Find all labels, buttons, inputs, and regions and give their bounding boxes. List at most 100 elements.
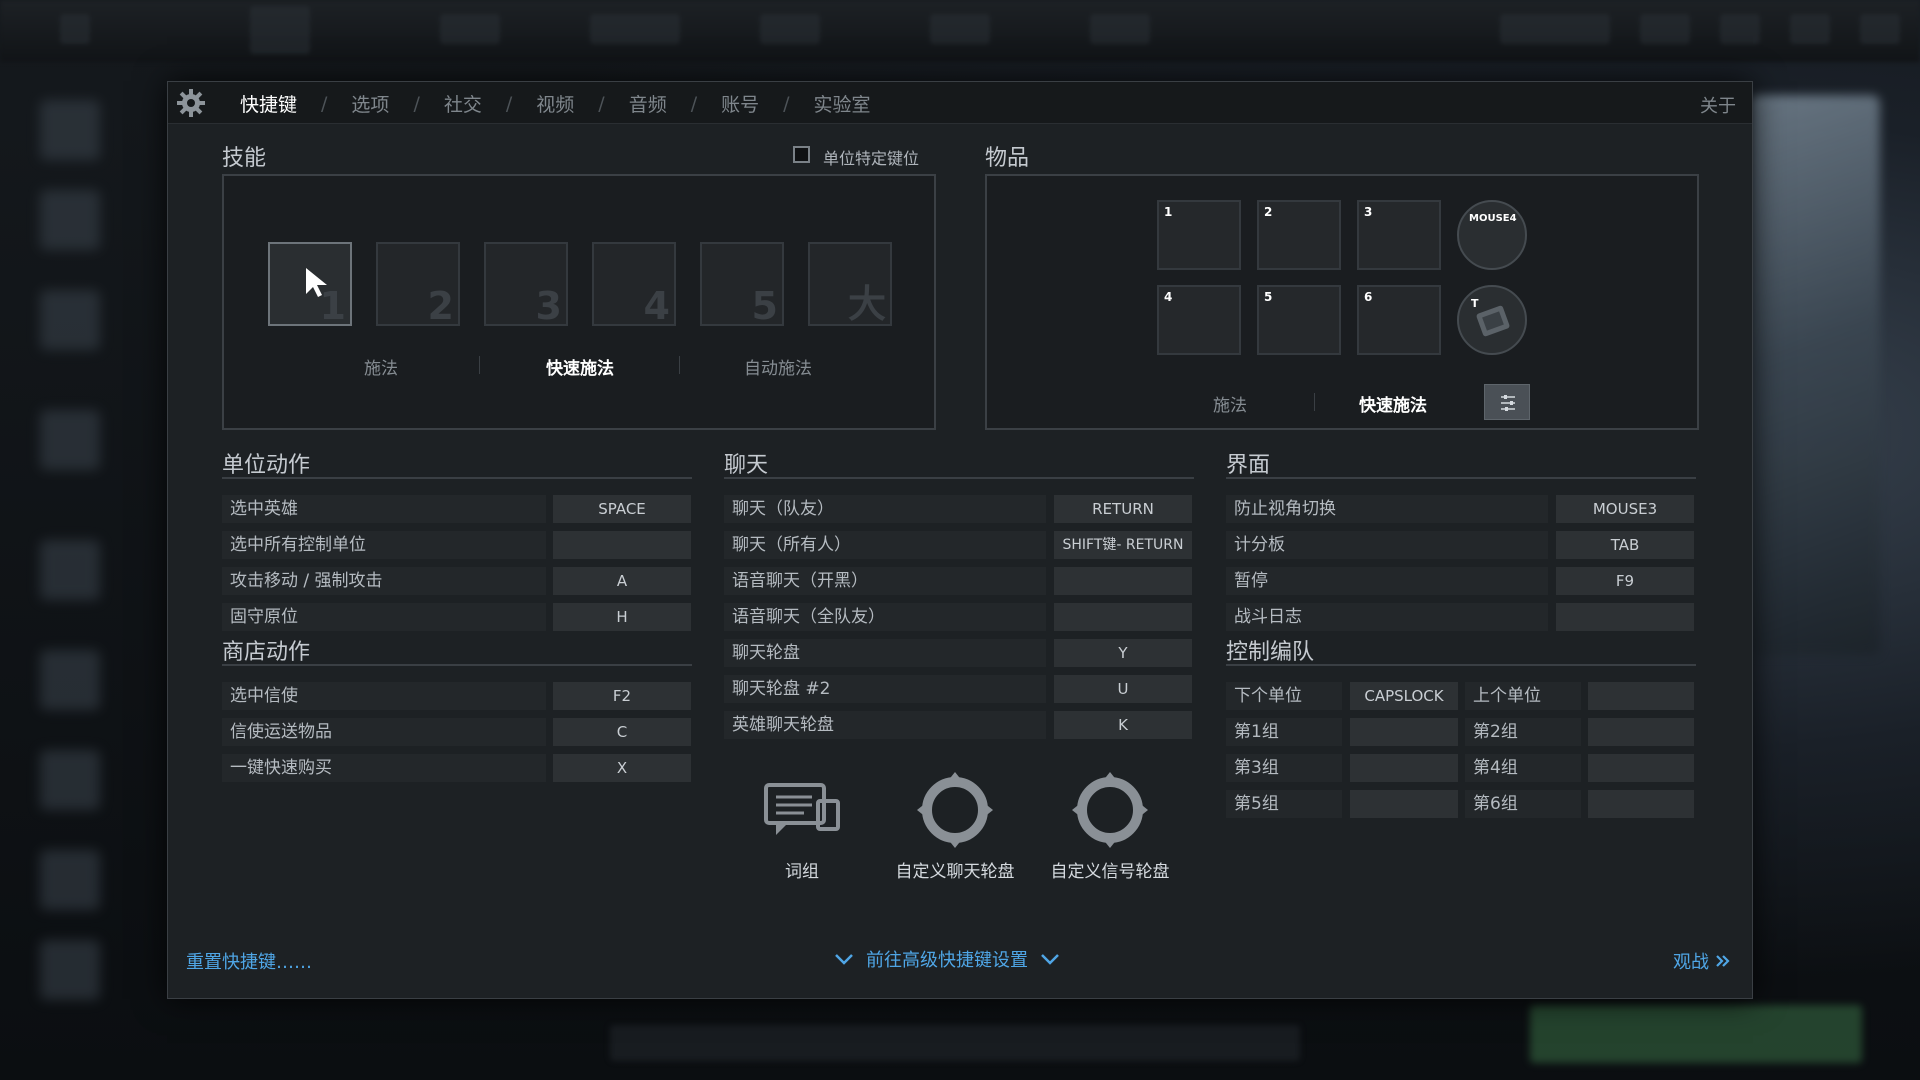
hotkey-label: 上个单位 [1465, 682, 1581, 710]
double-chevron-right-icon [1716, 955, 1730, 967]
tab-account[interactable]: 账号 [721, 90, 759, 117]
hotkey-label: 第6组 [1465, 790, 1581, 818]
divider [724, 477, 1194, 479]
ability-cast-normal[interactable]: 施法 [364, 354, 398, 379]
tab-video[interactable]: 视频 [536, 90, 574, 117]
hotkey-label: 聊天（队友） [724, 495, 1046, 523]
ability-slot-key: 2 [427, 284, 454, 328]
tab-separator: / [321, 92, 328, 115]
tab-social[interactable]: 社交 [444, 90, 482, 117]
hotkey-binding[interactable] [1588, 790, 1694, 818]
item-settings-button[interactable] [1484, 384, 1530, 420]
hotkey-binding[interactable]: A [553, 567, 691, 595]
hotkey-binding[interactable]: H [553, 603, 691, 631]
advanced-hotkeys-link[interactable]: 前往高级快捷键设置 [834, 946, 1060, 972]
item-slot-2[interactable]: 2 [1257, 200, 1341, 270]
hotkey-binding[interactable] [1588, 754, 1694, 782]
hotkey-binding[interactable]: MOUSE3 [1556, 495, 1694, 523]
item-slot-key: 6 [1364, 290, 1373, 304]
chat-wheel-icon [917, 772, 993, 848]
item-cast-normal[interactable]: 施法 [1213, 391, 1247, 416]
hotkey-binding[interactable] [1054, 567, 1192, 595]
ability-slot-key: 1 [319, 284, 346, 328]
scroll-icon [1476, 305, 1510, 337]
hotkey-binding[interactable]: X [553, 754, 691, 782]
sliders-icon [1501, 395, 1515, 411]
tab-audio[interactable]: 音频 [629, 90, 667, 117]
unit-specific-checkbox[interactable] [793, 146, 810, 163]
cast-mode-separator [1314, 393, 1315, 411]
spectate-link[interactable]: 观战 [1673, 948, 1731, 974]
hotkey-binding[interactable] [1588, 718, 1694, 746]
tab-separator: / [690, 92, 698, 115]
ability-slot-5[interactable]: 5 [700, 242, 784, 328]
ability-slot-3[interactable]: 3 [484, 242, 568, 328]
tp-scroll-slot[interactable]: T [1457, 285, 1527, 355]
divider [222, 664, 692, 666]
hotkey-binding[interactable]: K [1054, 711, 1192, 739]
ability-slot-key: 3 [535, 284, 562, 328]
interface-title: 界面 [1226, 453, 1271, 478]
hotkey-binding[interactable] [1350, 754, 1458, 782]
tp-slot-key: T [1471, 297, 1479, 310]
ability-cast-auto[interactable]: 自动施法 [744, 354, 812, 379]
ability-cast-quick[interactable]: 快速施法 [546, 354, 614, 379]
item-slot-4[interactable]: 4 [1157, 285, 1241, 355]
cast-mode-separator [479, 356, 480, 374]
blurred-left-column [30, 90, 170, 1000]
hotkey-label: 聊天轮盘 [724, 639, 1046, 667]
hotkey-label: 暂停 [1226, 567, 1548, 595]
tab-labs[interactable]: 实验室 [814, 90, 871, 117]
item-cast-quick[interactable]: 快速施法 [1359, 391, 1427, 416]
item-slot-1[interactable]: 1 [1157, 200, 1241, 270]
hotkey-label: 战斗日志 [1226, 603, 1548, 631]
hotkey-binding[interactable] [553, 531, 691, 559]
item-slot-key: 4 [1164, 290, 1173, 304]
neutral-item-slot[interactable]: MOUSE4 [1457, 200, 1527, 270]
ability-slot-4[interactable]: 4 [592, 242, 676, 328]
item-slot-6[interactable]: 6 [1357, 285, 1441, 355]
hotkey-binding[interactable]: CAPSLOCK [1350, 682, 1458, 710]
hotkey-binding[interactable] [1556, 603, 1694, 631]
hotkey-label: 聊天轮盘 #2 [724, 675, 1046, 703]
item-slot-3[interactable]: 3 [1357, 200, 1441, 270]
item-slot-5[interactable]: 5 [1257, 285, 1341, 355]
reset-hotkeys-link[interactable]: 重置快捷键…… [186, 948, 312, 974]
item-slot-key: 2 [1264, 205, 1273, 219]
divider [1226, 477, 1696, 479]
hotkey-binding[interactable] [1054, 603, 1192, 631]
hotkey-binding[interactable]: F2 [553, 682, 691, 710]
about-link[interactable]: 关于 [1700, 92, 1736, 118]
advanced-hotkeys-label: 前往高级快捷键设置 [866, 950, 1028, 971]
ability-slot-1[interactable]: 1 [268, 242, 352, 328]
unit-specific-label: 单位特定键位 [823, 149, 920, 168]
hotkey-binding[interactable]: Y [1054, 639, 1192, 667]
ability-slot-ultimate[interactable]: 大 [808, 242, 892, 326]
abilities-title: 技能 [222, 146, 267, 171]
hotkey-label: 下个单位 [1226, 682, 1342, 710]
hotkey-binding[interactable] [1350, 718, 1458, 746]
hotkey-binding[interactable] [1350, 790, 1458, 818]
tab-options[interactable]: 选项 [351, 90, 389, 117]
chevron-down-icon [835, 954, 853, 965]
hotkey-binding[interactable]: SHIFT键- RETURN [1054, 531, 1192, 559]
tab-hotkeys[interactable]: 快捷键 [240, 90, 297, 117]
chat-title: 聊天 [724, 453, 769, 478]
shop-actions-title: 商店动作 [222, 640, 311, 665]
spectate-label: 观战 [1673, 952, 1709, 973]
hotkey-binding[interactable]: U [1054, 675, 1192, 703]
settings-tab-bar: 快捷键 / 选项 / 社交 / 视频 / 音频 / 账号 / 实验室 关于 [168, 82, 1752, 124]
hotkey-binding[interactable]: TAB [1556, 531, 1694, 559]
blurred-play-button [1530, 1005, 1862, 1063]
ability-slot-key: 4 [643, 284, 670, 328]
tab-separator: / [505, 92, 513, 115]
hotkey-binding[interactable]: SPACE [553, 495, 691, 523]
hotkey-binding[interactable]: RETURN [1054, 495, 1192, 523]
ability-slot-key: 大 [847, 282, 886, 326]
hotkey-binding[interactable] [1588, 682, 1694, 710]
hotkey-label: 第3组 [1226, 754, 1342, 782]
hotkey-binding[interactable]: F9 [1556, 567, 1694, 595]
ability-slot-2[interactable]: 2 [376, 242, 460, 328]
hotkey-binding[interactable]: C [553, 718, 691, 746]
neutral-slot-key: MOUSE4 [1469, 213, 1517, 224]
